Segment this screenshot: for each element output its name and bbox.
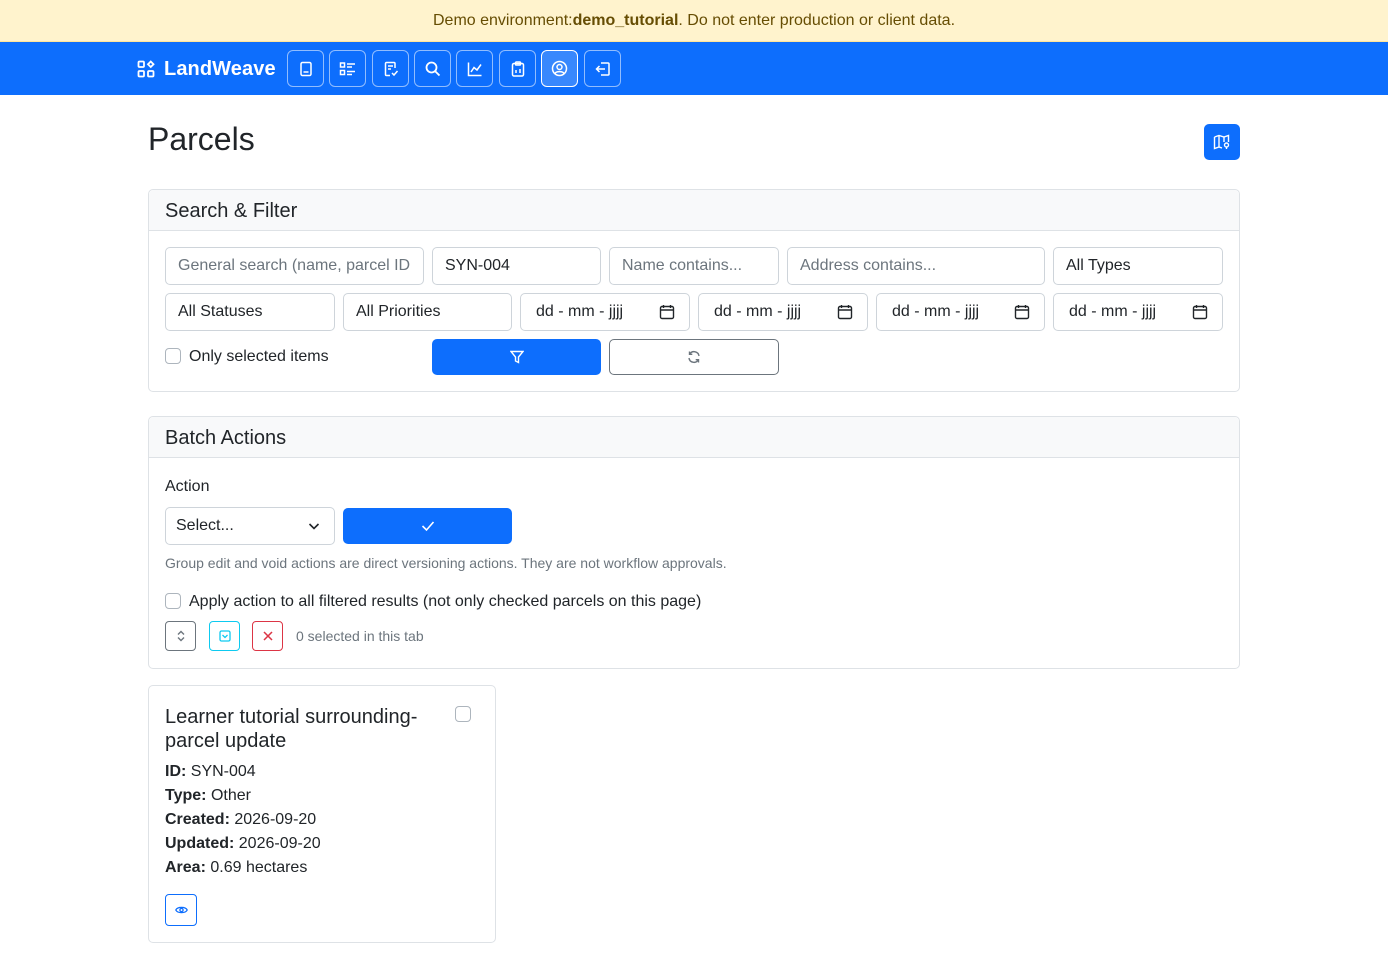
- parcel-created: 2026-09-20: [234, 811, 317, 828]
- name-contains-input[interactable]: Name contains...: [609, 247, 779, 285]
- eye-icon: [174, 906, 188, 914]
- parcel-updated-row: Updated: 2026-09-20: [165, 835, 321, 853]
- banner-prefix: Demo environment:: [432, 11, 573, 29]
- banner-environment-name: demo_tutorial: [572, 11, 679, 29]
- date-input-4-placeholder: dd - mm - jjjj: [1069, 303, 1157, 320]
- date-input-4[interactable]: dd - mm - jjjj: [1053, 293, 1223, 331]
- parcel-id-label: ID:: [165, 763, 187, 780]
- clear-selection-button[interactable]: [252, 621, 283, 651]
- parcel-id: SYN-004: [190, 763, 256, 780]
- calendar-icon[interactable]: [837, 304, 853, 320]
- apply-filter-button[interactable]: [432, 339, 601, 375]
- parcel-id-row: ID: SYN-004: [165, 763, 256, 781]
- priority-select-value: All Priorities: [356, 303, 441, 320]
- address-contains-placeholder: Address contains...: [800, 257, 937, 274]
- type-select-value: All Types: [1066, 257, 1131, 274]
- chevron-up-down-icon: [177, 630, 184, 642]
- action-select-value: Select...: [176, 517, 234, 534]
- grid-logo-icon: [137, 60, 155, 78]
- view-parcel-button[interactable]: [165, 894, 197, 926]
- parcel-type-row: Type: Other: [165, 787, 251, 805]
- batch-help-text: Group edit and void actions are direct v…: [165, 555, 727, 571]
- address-contains-input[interactable]: Address contains...: [787, 247, 1045, 285]
- chart-icon: [467, 62, 482, 76]
- brand-name: LandWeave: [164, 57, 276, 80]
- file-check-icon: [384, 61, 398, 76]
- map-icon: [1213, 134, 1230, 150]
- banner-suffix: . Do not enter production or client data…: [678, 11, 956, 29]
- refresh-icon: [688, 350, 700, 364]
- calendar-icon[interactable]: [1014, 304, 1030, 320]
- nav-logout-button[interactable]: [584, 50, 621, 87]
- parcel-area-label: Area:: [165, 859, 206, 876]
- parcel-updated: 2026-09-20: [238, 835, 321, 852]
- nav-list-button[interactable]: [329, 50, 366, 87]
- nav-book-button[interactable]: [287, 50, 324, 87]
- apply-all-label: Apply action to all filtered results (no…: [189, 593, 702, 610]
- nav-profile-button[interactable]: [541, 50, 578, 87]
- only-selected-label: Only selected items: [189, 348, 329, 365]
- close-icon: [262, 631, 273, 641]
- apply-all-checkbox[interactable]: [165, 593, 181, 609]
- book-icon: [299, 61, 312, 76]
- check-icon: [421, 521, 434, 532]
- top-navbar: LandWeave: [0, 42, 1388, 95]
- status-select[interactable]: All Statuses: [165, 293, 335, 331]
- search-filter-header: Search & Filter: [149, 190, 1239, 231]
- parcel-card: Learner tutorial surrounding-parcel upda…: [148, 685, 496, 943]
- nav-search-button[interactable]: [414, 50, 451, 87]
- parcel-title: Learner tutorial surrounding-parcel upda…: [165, 706, 418, 752]
- selected-count: 0 selected in this tab: [296, 628, 424, 644]
- parcel-area-row: Area: 0.69 hectares: [165, 859, 307, 877]
- action-select[interactable]: Select...: [165, 507, 335, 545]
- apply-action-button[interactable]: [343, 508, 512, 544]
- status-select-value: All Statuses: [178, 303, 263, 320]
- general-search-field[interactable]: [178, 257, 411, 275]
- batch-actions-header: Batch Actions: [149, 417, 1239, 458]
- parcel-area: 0.69 hectares: [210, 859, 308, 876]
- search-icon: [425, 61, 440, 76]
- date-input-3[interactable]: dd - mm - jjjj: [876, 293, 1045, 331]
- clipboard-icon: [511, 60, 524, 77]
- parcel-id-input[interactable]: SYN-004: [432, 247, 601, 285]
- parcel-updated-label: Updated:: [165, 835, 235, 852]
- only-selected-checkbox[interactable]: [165, 348, 181, 364]
- demo-environment-banner: Demo environment: demo_tutorial. Do not …: [0, 0, 1388, 42]
- name-contains-placeholder: Name contains...: [622, 257, 743, 274]
- parcel-type-label: Type:: [165, 787, 207, 804]
- parcel-select-checkbox[interactable]: [455, 706, 471, 722]
- nav-chart-button[interactable]: [456, 50, 493, 87]
- select-down-icon: [218, 630, 231, 642]
- list-check-icon: [339, 61, 355, 75]
- calendar-icon[interactable]: [659, 304, 675, 320]
- logout-icon: [594, 61, 610, 76]
- brand-link[interactable]: LandWeave: [137, 56, 276, 82]
- date-input-2[interactable]: dd - mm - jjjj: [698, 293, 868, 331]
- user-circle-icon: [551, 60, 568, 77]
- date-input-1[interactable]: dd - mm - jjjj: [520, 293, 690, 331]
- page-title: Parcels: [148, 121, 255, 157]
- expand-collapse-button[interactable]: [165, 621, 196, 651]
- nav-clipboard-button[interactable]: [499, 50, 536, 87]
- priority-select[interactable]: All Priorities: [343, 293, 512, 331]
- date-input-1-placeholder: dd - mm - jjjj: [536, 303, 624, 320]
- parcel-type: Other: [210, 787, 251, 804]
- parcel-id-value: SYN-004: [445, 257, 510, 274]
- date-input-2-placeholder: dd - mm - jjjj: [714, 303, 802, 320]
- general-search-input[interactable]: [165, 247, 424, 285]
- parcel-created-row: Created: 2026-09-20: [165, 811, 316, 829]
- calendar-icon[interactable]: [1192, 304, 1208, 320]
- parcel-created-label: Created:: [165, 811, 230, 828]
- nav-file-check-button[interactable]: [372, 50, 409, 87]
- type-select[interactable]: All Types: [1053, 247, 1223, 285]
- select-all-button[interactable]: [209, 621, 240, 651]
- map-view-button[interactable]: [1204, 124, 1240, 160]
- reset-filter-button[interactable]: [609, 339, 779, 375]
- date-input-3-placeholder: dd - mm - jjjj: [892, 303, 980, 320]
- chevron-down-icon: [308, 523, 320, 530]
- filter-icon: [509, 350, 524, 364]
- action-label: Action: [165, 478, 210, 495]
